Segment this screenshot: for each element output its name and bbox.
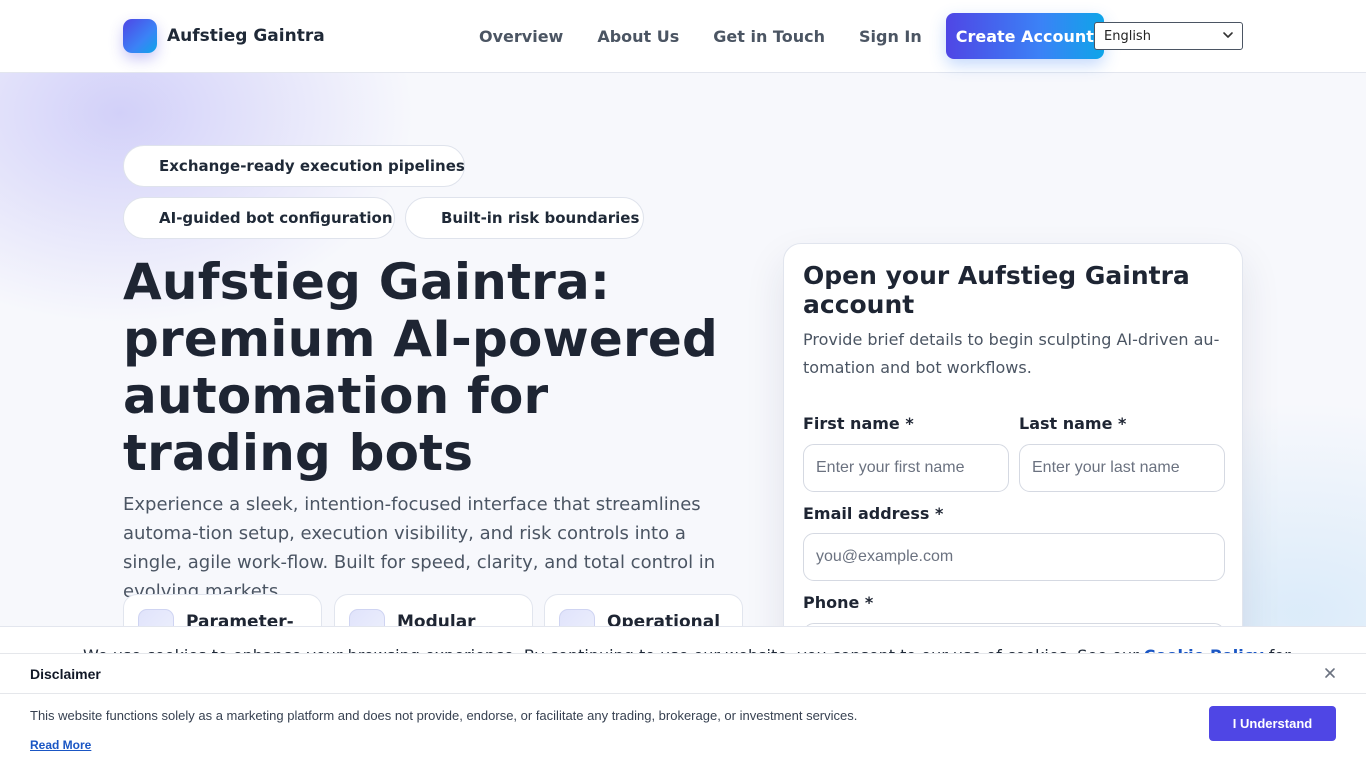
brand-name: Aufstieg Gaintra: [167, 26, 325, 46]
disclaimer-body: This website functions solely as a marke…: [30, 708, 858, 723]
last-name-label: Last name *: [1019, 414, 1127, 433]
nav-about-us[interactable]: About Us: [597, 27, 679, 46]
form-subtitle: Provide brief details to begin sculpting…: [803, 330, 1220, 377]
read-more-link[interactable]: Read More: [30, 738, 91, 752]
phone-label: Phone *: [803, 593, 874, 612]
feature-pill: Exchange-ready execution pipelines: [123, 145, 465, 187]
create-account-button[interactable]: Create Account: [945, 13, 1104, 59]
email-input[interactable]: [803, 533, 1225, 581]
disclaimer-header: Disclaimer: [0, 654, 1366, 694]
main-nav: Overview About Us Get in Touch Sign In C…: [479, 13, 1104, 59]
hero-title: Aufstieg Gaintra: premium AI-powered aut…: [123, 253, 718, 482]
hero-description: Experience a sleek, intention-focused in…: [123, 494, 716, 602]
feature-pill: Built-in risk boundaries: [405, 197, 644, 239]
disclaimer-title: Disclaimer: [30, 666, 101, 682]
brand-logo-icon: [123, 19, 157, 53]
disclaimer-banner: Disclaimer This website functions solely…: [0, 653, 1366, 768]
close-icon[interactable]: [1322, 665, 1338, 681]
first-name-label: First name *: [803, 414, 914, 433]
cookie-banner: We use cookies to enhance your browsing …: [0, 626, 1366, 654]
form-title: Open your Aufstieg Gaintra account: [803, 261, 1190, 319]
email-label: Email address *: [803, 504, 944, 523]
language-select[interactable]: English: [1094, 22, 1243, 50]
site-header: Aufstieg Gaintra Overview About Us Get i…: [0, 0, 1366, 73]
nav-overview[interactable]: Overview: [479, 27, 563, 46]
last-name-input[interactable]: [1019, 444, 1225, 492]
chevron-down-icon: [1223, 32, 1233, 38]
nav-sign-in[interactable]: Sign In: [859, 27, 922, 46]
brand[interactable]: Aufstieg Gaintra: [123, 19, 325, 53]
first-name-input[interactable]: [803, 444, 1009, 492]
language-value: English: [1104, 28, 1151, 44]
nav-get-in-touch[interactable]: Get in Touch: [713, 27, 825, 46]
feature-pill: AI-guided bot configuration: [123, 197, 395, 239]
i-understand-button[interactable]: I Understand: [1209, 706, 1336, 741]
